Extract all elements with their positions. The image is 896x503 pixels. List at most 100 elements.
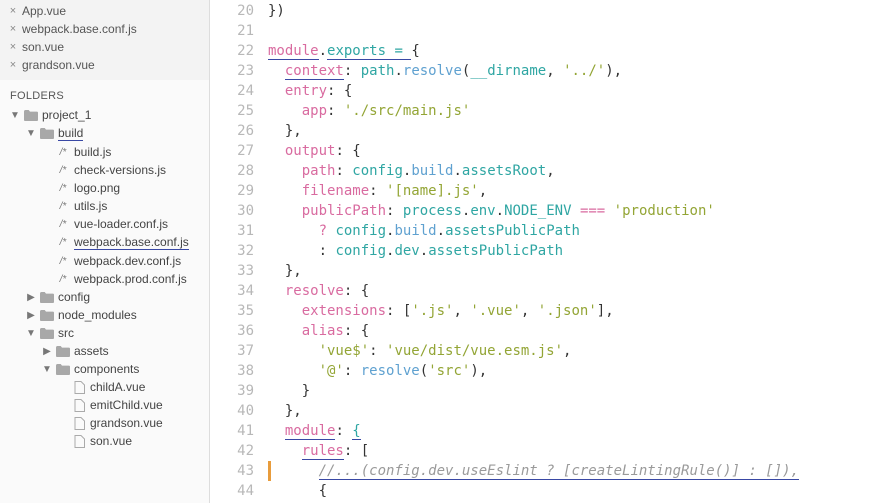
line-number: 35 [210,301,254,321]
line-number: 43 [210,461,254,481]
tree-file-son-vue[interactable]: son.vue [4,432,205,450]
tree-folder-node-modules[interactable]: ▶ node_modules [4,306,205,324]
close-icon[interactable]: × [8,59,18,71]
code-line[interactable]: path: config.build.assetsRoot, [268,161,896,181]
sidebar: ×App.vue×webpack.base.conf.js×son.vue×gr… [0,0,210,503]
disclosure-icon: ▼ [26,128,36,139]
tree-label: logo.png [74,181,120,195]
code-line[interactable]: module.exports = { [268,41,896,61]
file-icon: /* [56,273,70,285]
tab-app-vue[interactable]: ×App.vue [4,2,205,20]
tree-file-webpack-dev-conf-js[interactable]: /*webpack.dev.conf.js [4,252,205,270]
file-icon [72,399,86,411]
code-line[interactable]: extensions: ['.js', '.vue', '.json'], [268,301,896,321]
file-icon: /* [56,200,70,212]
tab-label: webpack.base.conf.js [22,22,137,36]
tree-folder-components[interactable]: ▼components [4,360,205,378]
code-line[interactable]: entry: { [268,81,896,101]
tree-folder-config[interactable]: ▶config [4,288,205,306]
line-gutter: 2021222324252627282930313233343536373839… [210,0,268,503]
folder-icon [40,327,54,339]
code-line[interactable]: output: { [268,141,896,161]
tree-label: webpack.prod.conf.js [74,272,187,286]
tree-label: node_modules [58,308,137,322]
line-number: 40 [210,401,254,421]
file-icon [72,381,86,393]
code-line[interactable]: 'vue$': 'vue/dist/vue.esm.js', [268,341,896,361]
line-number: 36 [210,321,254,341]
line-number: 29 [210,181,254,201]
tab-son-vue[interactable]: × son.vue [4,38,205,56]
code-line[interactable]: resolve: { [268,281,896,301]
line-number: 42 [210,441,254,461]
tree-file-grandson-vue[interactable]: grandson.vue [4,414,205,432]
tree-folder-project[interactable]: ▼project_1 [4,106,205,124]
tree-label: emitChild.vue [90,398,163,412]
tab-label: grandson.vue [22,58,95,72]
disclosure-icon: ▶ [42,346,52,357]
folder-icon [40,291,54,303]
tree-folder-build[interactable]: ▼build [4,124,205,143]
code-line[interactable]: '@': resolve('src'), [268,361,896,381]
line-number: 31 [210,221,254,241]
code-line[interactable]: } [268,381,896,401]
line-number: 23 [210,61,254,81]
tree-file-emitChild-vue[interactable]: emitChild.vue [4,396,205,414]
tree-folder-assets[interactable]: ▶assets [4,342,205,360]
close-icon[interactable]: × [8,41,18,53]
tree-file-utils-js[interactable]: /* utils.js [4,197,205,215]
code-line[interactable]: }, [268,121,896,141]
code-line[interactable]: app: './src/main.js' [268,101,896,121]
line-number: 27 [210,141,254,161]
folder-icon [56,363,70,375]
tree-file-webpack-base-conf-js[interactable]: /* webpack.base.conf.js [4,233,205,252]
tree-label: webpack.base.conf.js [74,235,189,250]
code-line[interactable]: context: path.resolve(__dirname, '../'), [268,61,896,81]
line-number: 28 [210,161,254,181]
file-icon: /* [56,237,70,249]
tree-file-webpack-prod-conf-js[interactable]: /* webpack.prod.conf.js [4,270,205,288]
editor[interactable]: 2021222324252627282930313233343536373839… [210,0,896,503]
modified-marker [268,461,271,481]
tab-grandson-vue[interactable]: × grandson.vue [4,56,205,74]
file-icon: /* [56,164,70,176]
tab-webpack-base-conf-js[interactable]: × webpack.base.conf.js [4,20,205,38]
code-line[interactable]: : config.dev.assetsPublicPath [268,241,896,261]
tree-file-vue-loader-conf-js[interactable]: /*vue-loader.conf.js [4,215,205,233]
code-line[interactable]: rules: [ [268,441,896,461]
folder-icon [40,309,54,321]
folder-icon [40,128,54,140]
line-number: 30 [210,201,254,221]
close-icon[interactable]: × [8,23,18,35]
disclosure-icon: ▶ [26,292,36,303]
code-line[interactable]: filename: '[name].js', [268,181,896,201]
code-line[interactable]: { [268,481,896,501]
file-icon [72,417,86,429]
disclosure-icon: ▶ [26,310,36,321]
tree-label: vue-loader.conf.js [74,217,168,231]
code-line[interactable]: publicPath: process.env.NODE_ENV === 'pr… [268,201,896,221]
tree-file-check-versions-js[interactable]: /*check-versions.js [4,161,205,179]
code-line[interactable]: alias: { [268,321,896,341]
disclosure-icon: ▼ [42,364,52,375]
code-area[interactable]: }) module.exports = { context: path.reso… [268,0,896,503]
code-line[interactable] [268,21,896,41]
code-line[interactable]: //...(config.dev.useEslint ? [createLint… [268,461,896,481]
line-number: 37 [210,341,254,361]
tree-file-logo-png[interactable]: /*logo.png [4,179,205,197]
code-line[interactable]: ? config.build.assetsPublicPath [268,221,896,241]
line-number: 25 [210,101,254,121]
line-number: 20 [210,1,254,21]
code-line[interactable]: }, [268,401,896,421]
code-line[interactable]: }, [268,261,896,281]
tree-file-childA-vue[interactable]: childA.vue [4,378,205,396]
tab-label: son.vue [22,40,64,54]
code-line[interactable]: module: { [268,421,896,441]
code-line[interactable]: }) [268,1,896,21]
file-icon: /* [56,255,70,267]
line-number: 39 [210,381,254,401]
tree-label: utils.js [74,199,107,213]
tree-file-build-js[interactable]: /*build.js [4,143,205,161]
tree-folder-src[interactable]: ▼src [4,324,205,342]
close-icon[interactable]: × [8,5,18,17]
